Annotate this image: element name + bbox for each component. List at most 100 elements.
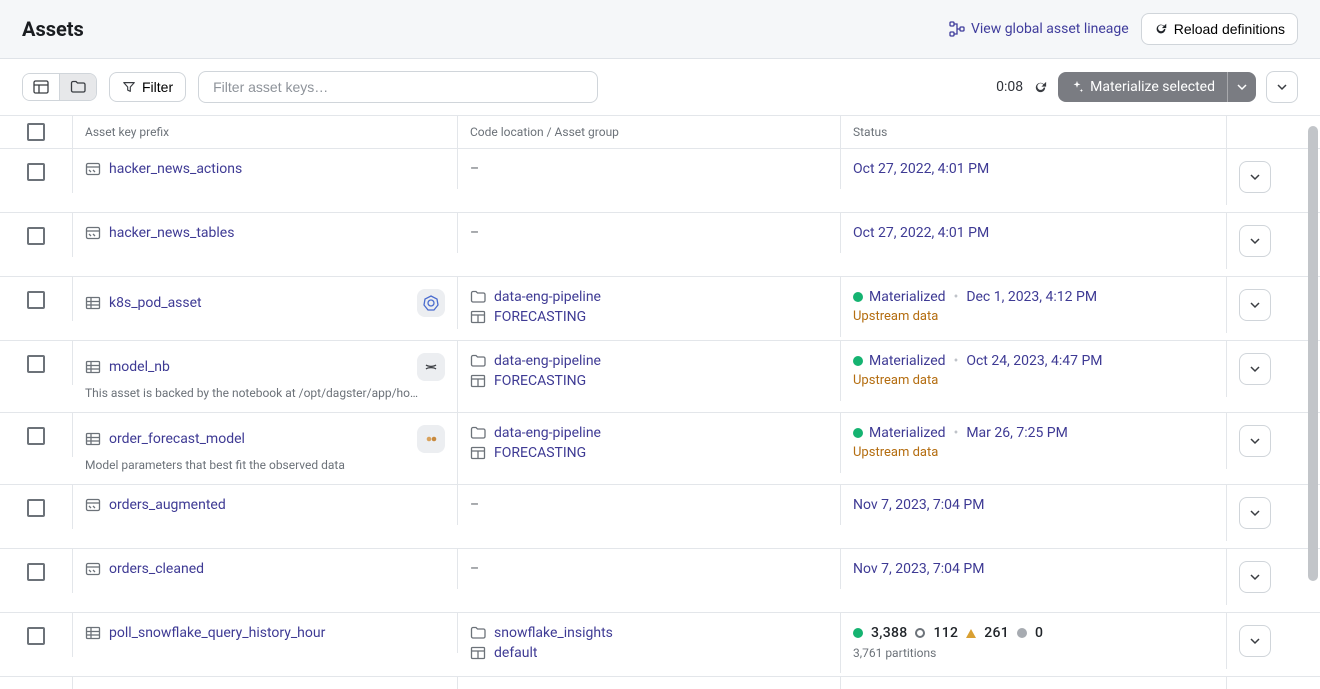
asset-group-link[interactable]: FORECASTING [470,445,601,461]
reload-definitions-button[interactable]: Reload definitions [1141,13,1298,45]
asset-group-link[interactable]: default [470,645,613,661]
asset-group-link[interactable]: FORECASTING [470,309,601,325]
asset-name-text: order_forecast_model [109,431,245,447]
row-action-menu[interactable] [1239,353,1271,385]
table-icon [85,359,101,375]
code-location-link[interactable]: data-eng-pipeline [470,353,601,369]
row-checkbox[interactable] [27,563,45,581]
status-materialized[interactable]: Materialized [853,425,946,441]
more-options-button[interactable] [1266,71,1298,103]
table-row: poll_snowflake_query_history_hour snowfl… [0,613,1320,677]
table-icon [85,431,101,447]
vertical-scrollbar[interactable] [1308,126,1318,581]
table-icon [85,295,101,311]
asset-name-text: orders_cleaned [109,561,204,577]
row-checkbox[interactable] [27,427,45,445]
folder-icon [470,353,486,369]
col-header-status: Status [841,116,1226,148]
row-action-menu[interactable] [1239,497,1271,529]
row-action-menu[interactable] [1239,161,1271,193]
asset-link[interactable]: order_forecast_model [85,431,245,447]
toolbar: Filter 0:08 Materialize selected [0,59,1320,115]
folder-icon [70,80,86,94]
status-date[interactable]: Nov 7, 2023, 7:04 PM [853,497,984,513]
asset-link[interactable]: k8s_pod_asset [85,295,202,311]
no-location: – [470,161,479,177]
code-location-link[interactable]: data-eng-pipeline [470,289,601,305]
search-input[interactable] [198,71,598,103]
asset-link[interactable]: model_nb [85,359,170,375]
source-icon [85,161,101,177]
col-header-asset: Asset key prefix [73,116,458,148]
list-icon [33,80,49,94]
table-row: orders_cleaned – Nov 7, 2023, 7:04 PM [0,549,1320,613]
asset-name-text: orders_augmented [109,497,226,513]
view-toggle-list[interactable] [23,74,60,100]
status-date[interactable]: Nov 7, 2023, 7:04 PM [853,561,984,577]
asset-link[interactable]: poll_snowflake_query_history_hour [85,625,325,641]
asset-group-link[interactable]: FORECASTING [470,373,601,389]
status-materialized[interactable]: Materialized [853,289,946,305]
status-date[interactable]: Dec 1, 2023, 4:12 PM [966,289,1097,305]
view-toggle-folder[interactable] [60,74,96,100]
row-action-menu[interactable] [1239,625,1271,657]
status-materialized[interactable]: Materialized [853,353,946,369]
source-icon [85,561,101,577]
asset-name-text: poll_snowflake_query_history_hour [109,625,325,641]
page-title: Assets [22,17,84,41]
asset-name-text: hacker_news_actions [109,161,242,177]
row-checkbox[interactable] [27,227,45,245]
asset-link[interactable]: hacker_news_actions [85,161,242,177]
row-action-menu[interactable] [1239,289,1271,321]
folder-icon [470,289,486,305]
row-checkbox[interactable] [27,355,45,373]
row-checkbox[interactable] [27,291,45,309]
row-checkbox[interactable] [27,499,45,517]
row-checkbox[interactable] [27,627,45,645]
asset-link[interactable]: orders_cleaned [85,561,204,577]
asset-link[interactable]: hacker_news_tables [85,225,234,241]
materialize-split-caret[interactable] [1227,72,1256,102]
code-location-link[interactable]: snowflake_insights [470,625,613,641]
row-action-menu[interactable] [1239,425,1271,457]
chevron-down-icon [1250,172,1260,182]
group-icon [470,445,486,461]
row-action-menu[interactable] [1239,225,1271,257]
status-upstream-warning: Upstream data [853,309,1097,324]
table-row: hacker_news_tables –Oct 27, 2022, 4:01 P… [0,213,1320,277]
status-date[interactable]: Mar 26, 7:25 PM [966,425,1068,441]
refresh-icon[interactable] [1033,80,1048,95]
no-location: – [470,497,479,513]
source-icon [85,225,101,241]
chevron-down-icon [1250,364,1260,374]
asset-description: This asset is backed by the notebook at … [85,386,445,400]
select-all-checkbox[interactable] [27,123,45,141]
col-header-location: Code location / Asset group [458,116,841,148]
status-date[interactable]: Oct 27, 2022, 4:01 PM [853,161,989,177]
lineage-icon [949,21,965,37]
table-row: raw_data/ –– [0,677,1320,689]
group-icon [470,309,486,325]
row-action-menu[interactable] [1239,561,1271,593]
status-date[interactable]: Oct 27, 2022, 4:01 PM [853,225,989,241]
code-location-link[interactable]: data-eng-pipeline [470,425,601,441]
view-global-lineage-link[interactable]: View global asset lineage [949,21,1129,37]
view-toggle-group [22,73,97,101]
folder-icon [470,425,486,441]
table-row: k8s_pod_asset data-eng-pipeline FORECAST… [0,277,1320,341]
row-checkbox[interactable] [27,163,45,181]
sparkle-icon [1070,80,1084,94]
status-date[interactable]: Oct 24, 2023, 4:47 PM [966,353,1102,369]
source-icon [85,497,101,513]
filter-button[interactable]: Filter [109,72,186,102]
materialize-selected-button[interactable]: Materialize selected [1058,72,1256,102]
table-row: hacker_news_actions – Oct 27, 2022, 4:01 … [0,149,1320,213]
no-location: – [470,561,479,577]
asset-link[interactable]: orders_augmented [85,497,226,513]
asset-name-text: k8s_pod_asset [109,295,202,311]
table-row: orders_augmented – Nov 7, 2023, 7:04 PM [0,485,1320,549]
chevron-down-icon [1250,236,1260,246]
page-header: Assets View global asset lineage Reload … [0,0,1320,59]
k8s-icon [417,289,445,317]
dots-icon [417,425,445,453]
